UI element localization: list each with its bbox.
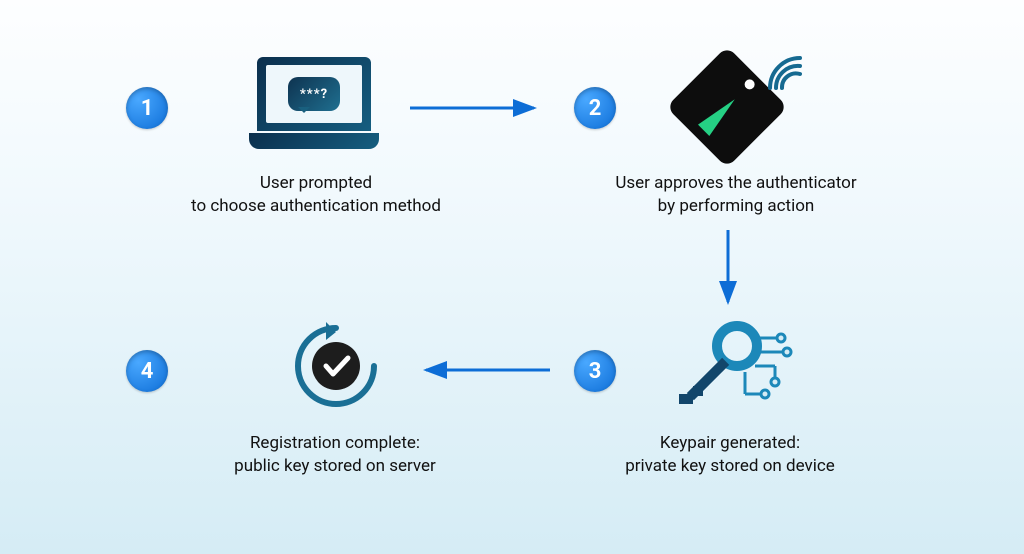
key-circuit-icon [665, 316, 795, 416]
caption-line: to choose authentication method [191, 196, 441, 216]
diagram-stage: 1 ***? User prompted to choose authentic… [0, 0, 1024, 554]
step-badge-3: 3 [574, 350, 616, 392]
step-badge-2: 2 [574, 87, 616, 129]
step-caption-2: User approves the authenticator by perfo… [576, 172, 896, 218]
caption-line: public key stored on server [234, 456, 436, 476]
step-caption-4: Registration complete: public key stored… [170, 432, 500, 478]
password-bubble-icon: ***? [288, 77, 340, 111]
step-caption-3: Keypair generated: private key stored on… [570, 432, 890, 478]
caption-line: by performing action [658, 196, 815, 216]
bubble-text: ***? [300, 87, 328, 102]
caption-line: User approves the authenticator [615, 173, 856, 193]
arrow-right-icon [408, 98, 548, 118]
caption-line: User prompted [260, 173, 372, 193]
step-caption-1: User prompted to choose authentication m… [146, 172, 486, 218]
step-badge-4: 4 [126, 350, 168, 392]
refresh-checkmark-icon [286, 316, 386, 416]
arrow-down-icon [718, 228, 738, 314]
laptop-prompt-icon: ***? [249, 57, 379, 149]
caption-line: private key stored on device [625, 456, 835, 476]
security-key-tag-icon [670, 52, 810, 162]
caption-line: Registration complete: [250, 433, 420, 453]
caption-line: Keypair generated: [660, 433, 800, 453]
nfc-waves-icon [760, 48, 816, 98]
step-badge-1: 1 [126, 87, 168, 129]
arrow-left-icon [412, 360, 552, 380]
